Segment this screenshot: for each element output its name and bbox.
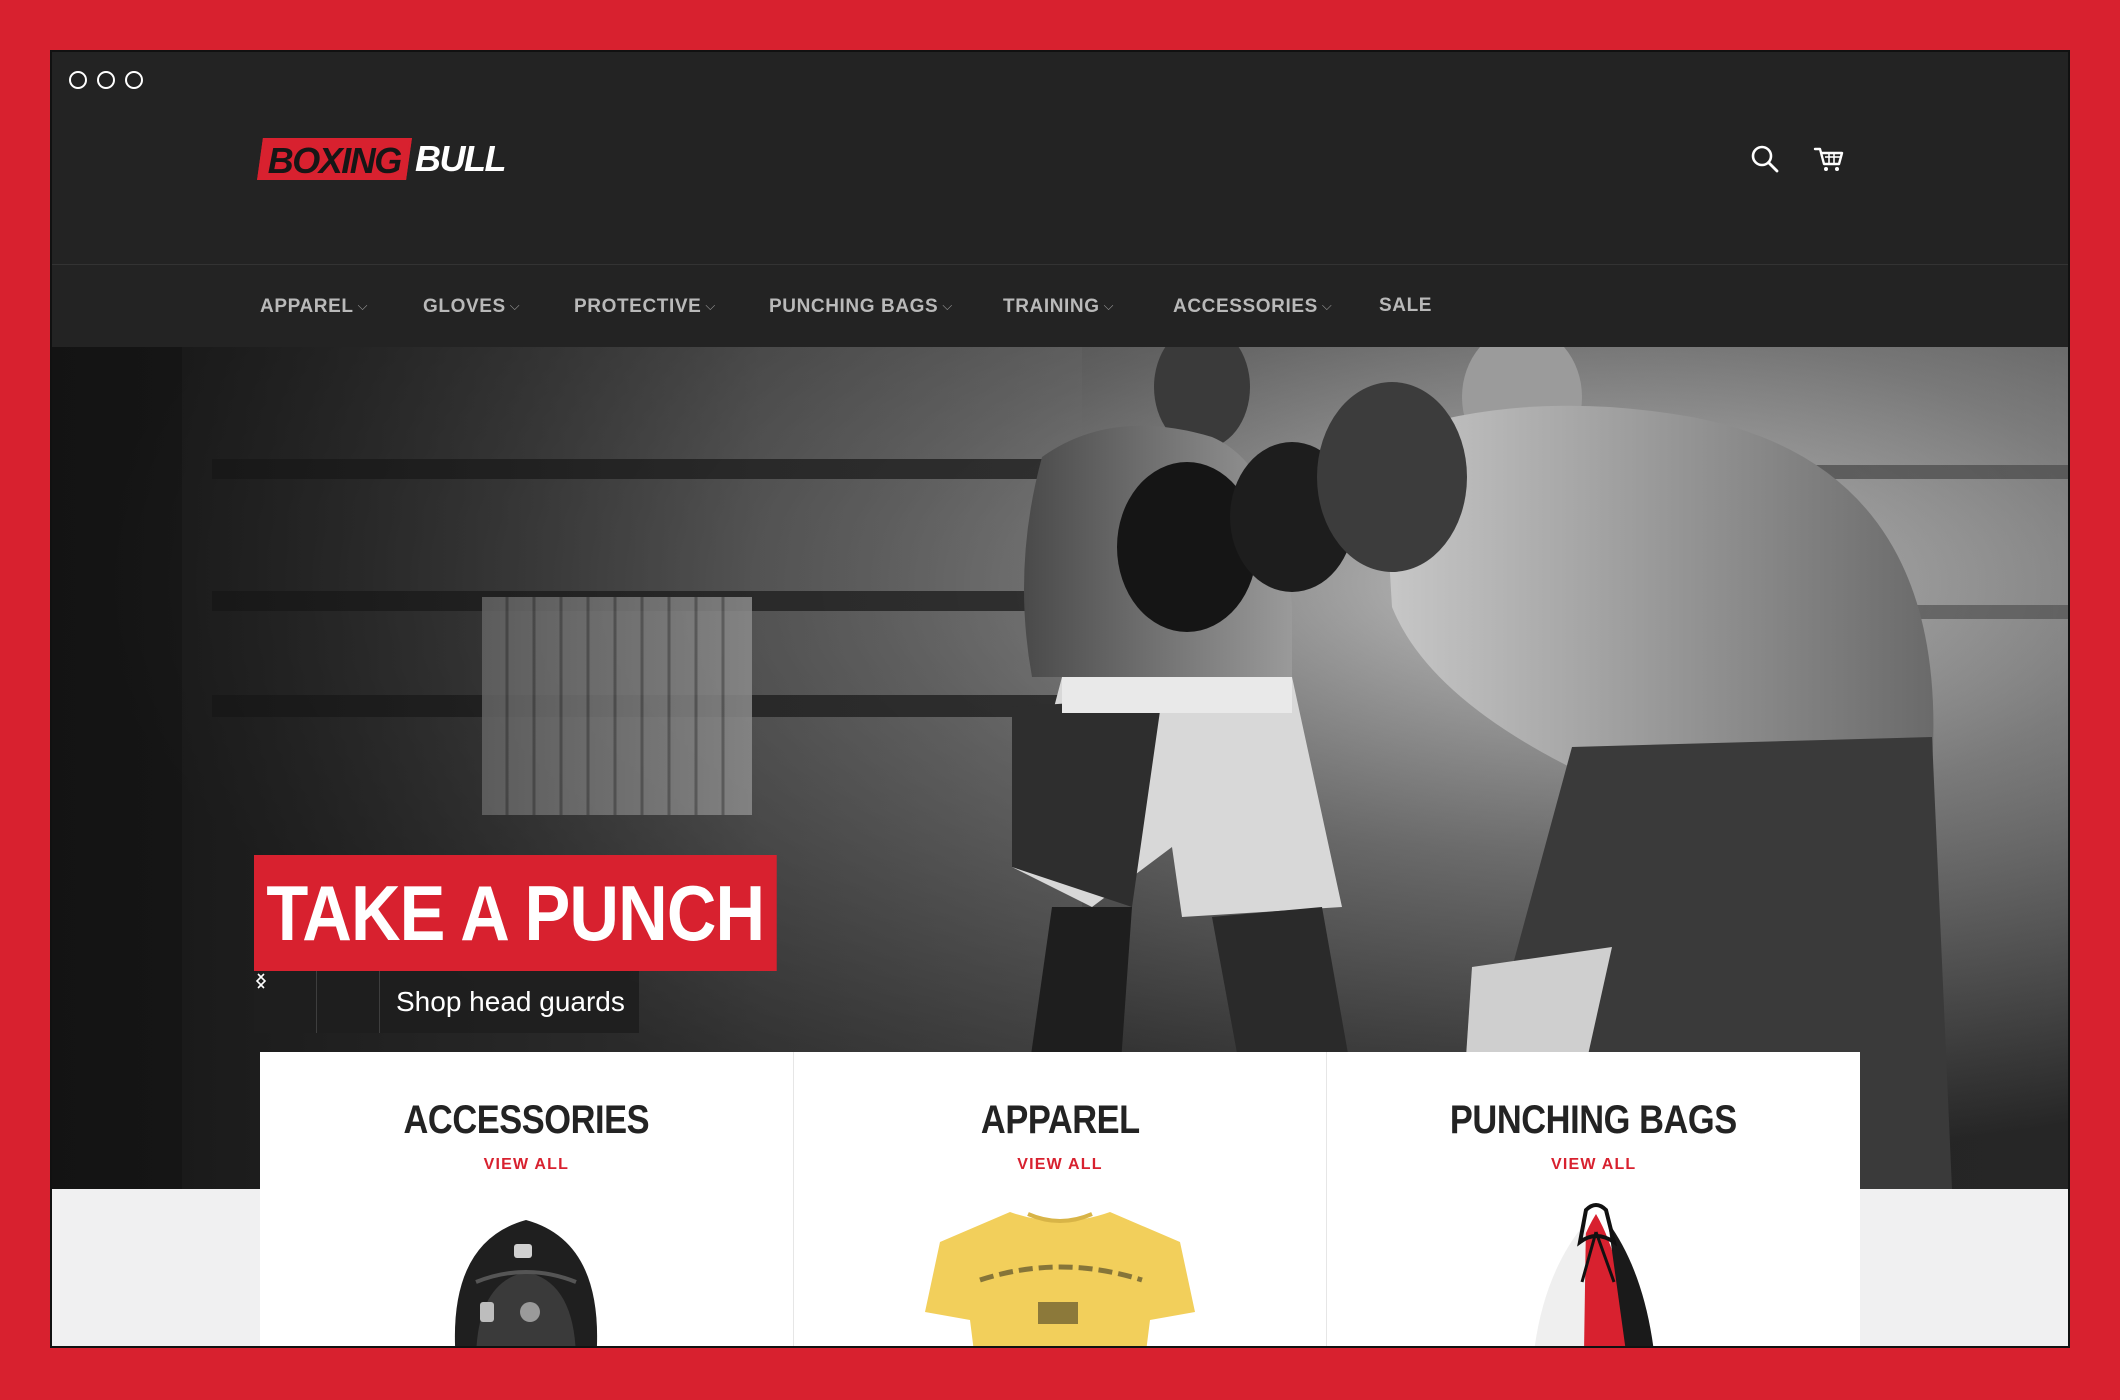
chevron-down-icon: ⌵ (1103, 298, 1115, 313)
featured-collections: ACCESSORIES VIEW ALL APPAREL VIEW ALL PU… (260, 1052, 1860, 1346)
logo-bull: BULL (415, 138, 506, 179)
window-maximize-button[interactable] (125, 71, 143, 89)
collection-title: APPAREL (980, 1098, 1140, 1142)
slider-next-button[interactable] (257, 971, 380, 1033)
nav-item-gloves[interactable]: GLOVES ⌵ (423, 265, 520, 347)
site-logo[interactable]: BOXING BULL (257, 138, 506, 181)
nav-item-training[interactable]: TRAINING ⌵ (1003, 265, 1114, 347)
collection-card-accessories[interactable]: ACCESSORIES VIEW ALL (260, 1052, 794, 1346)
chevron-down-icon: ⌵ (509, 298, 521, 313)
chevron-down-icon: ⌵ (942, 298, 953, 313)
hero-title: TAKE A PUNCH (254, 855, 777, 971)
nav-item-protective[interactable]: PROTECTIVE ⌵ (574, 265, 716, 347)
slider-controls: Shop head guards (254, 971, 639, 1033)
window-titlebar (52, 52, 2068, 108)
window-minimize-button[interactable] (97, 71, 115, 89)
collection-title: PUNCHING BAGS (1450, 1098, 1738, 1142)
window-close-button[interactable] (69, 71, 87, 89)
search-icon[interactable] (1748, 142, 1782, 176)
nav-item-apparel[interactable]: APPAREL ⌵ (260, 265, 368, 347)
site-header: BOXING BULL APPAREL⌵ GLOVES⌵ PROTECTIV (52, 108, 2068, 347)
punching-bag-image (1534, 1203, 1653, 1346)
chevron-down-icon: ⌵ (357, 298, 369, 313)
chevron-right-icon (257, 973, 267, 989)
cart-icon[interactable] (1812, 142, 1846, 176)
nav-item-accessories[interactable]: ACCESSORIES ⌵ (1173, 265, 1332, 347)
backpack-image (455, 1220, 598, 1346)
chevron-down-icon: ⌵ (1321, 298, 1333, 313)
collection-card-apparel[interactable]: APPAREL VIEW ALL (794, 1052, 1328, 1346)
nav-item-punching-bags[interactable]: PUNCHING BAGS ⌵ (769, 265, 953, 347)
main-nav: APPAREL ⌵ GLOVES ⌵ PROTECTIVE ⌵ PUNCHING BA… (52, 265, 2068, 347)
nav-item-sale[interactable]: SALE (1379, 265, 1432, 347)
collection-title: ACCESSORIES (403, 1098, 650, 1142)
browser-window: BOXING BULL APPAREL⌵ GLOVES⌵ PROTECTIV (50, 50, 2070, 1348)
collection-card-punching-bags[interactable]: PUNCHING BAGS VIEW ALL (1327, 1052, 1860, 1346)
chevron-down-icon: ⌵ (705, 298, 716, 313)
view-all-link[interactable]: VIEW ALL (260, 1156, 793, 1174)
yellow-tshirt-image (925, 1212, 1195, 1346)
logo-boxing: BOXING (257, 138, 412, 181)
view-all-link[interactable]: VIEW ALL (1327, 1156, 1860, 1174)
view-all-link[interactable]: VIEW ALL (794, 1156, 1327, 1174)
slide-shop-link[interactable]: Shop head guards (380, 971, 639, 1033)
